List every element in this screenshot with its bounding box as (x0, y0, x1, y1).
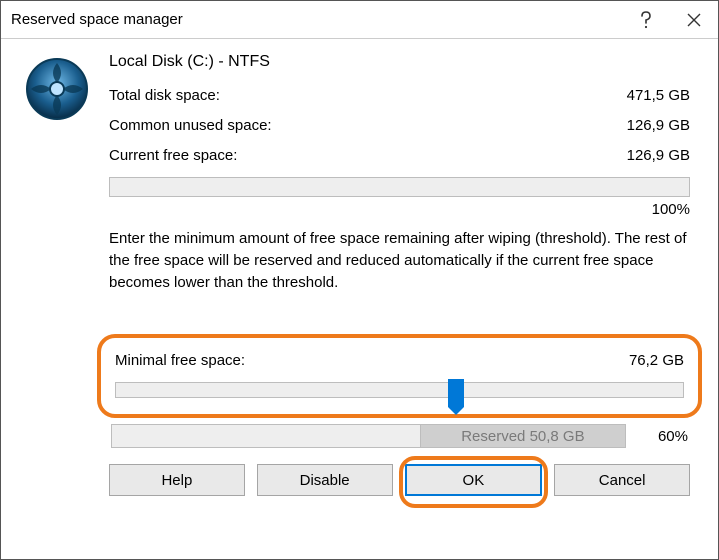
reserved-row: Reserved 50,8 GB 60% (111, 424, 688, 448)
ok-button-label: OK (463, 472, 485, 489)
reserved-percent: 60% (640, 428, 688, 445)
help-button-label: Help (161, 472, 192, 489)
row-unused-space: Common unused space: 126,9 GB (109, 111, 690, 141)
dialog-window: Reserved space manager (0, 0, 719, 560)
reserved-bar-label: Reserved 50,8 GB (461, 428, 584, 445)
row-free-space: Current free space: 126,9 GB (109, 141, 690, 171)
slider-thumb[interactable] (448, 379, 464, 407)
close-titlebar-button[interactable] (670, 1, 718, 39)
button-row: Help Disable OK Cancel (109, 464, 690, 496)
disk-sawblade-icon (25, 108, 89, 124)
icon-column (25, 53, 93, 543)
unused-space-value: 126,9 GB (627, 111, 690, 141)
close-icon (687, 13, 701, 27)
minimal-free-slider[interactable] (115, 382, 684, 398)
disk-name: Local Disk (C:) - NTFS (109, 53, 690, 71)
reserved-bar: Reserved 50,8 GB (111, 424, 626, 448)
unused-space-label: Common unused space: (109, 111, 272, 141)
cancel-button-label: Cancel (599, 472, 646, 489)
free-space-progress-fill (110, 178, 689, 196)
minimal-free-space-group: Minimal free space: 76,2 GB (97, 334, 702, 418)
row-minimal-free: Minimal free space: 76,2 GB (115, 346, 684, 376)
titlebar: Reserved space manager (1, 1, 718, 39)
total-space-label: Total disk space: (109, 81, 220, 111)
instruction-text: Enter the minimum amount of free space r… (109, 228, 690, 294)
help-icon (640, 11, 652, 29)
content-column: Local Disk (C:) - NTFS Total disk space:… (109, 53, 690, 543)
total-space-value: 471,5 GB (627, 81, 690, 111)
free-space-label: Current free space: (109, 141, 237, 171)
slider-row (115, 382, 684, 398)
row-total-space: Total disk space: 471,5 GB (109, 81, 690, 111)
free-space-progress (109, 177, 690, 197)
ok-button[interactable]: OK (405, 464, 543, 496)
free-space-value: 126,9 GB (627, 141, 690, 171)
minimal-free-label: Minimal free space: (115, 346, 245, 376)
disable-button[interactable]: Disable (257, 464, 393, 496)
reserved-bar-fill: Reserved 50,8 GB (420, 425, 625, 447)
cancel-button[interactable]: Cancel (554, 464, 690, 496)
window-title: Reserved space manager (11, 11, 622, 28)
help-titlebar-button[interactable] (622, 1, 670, 39)
free-space-percent: 100% (109, 201, 690, 218)
help-button[interactable]: Help (109, 464, 245, 496)
disable-button-label: Disable (300, 472, 350, 489)
dialog-body: Local Disk (C:) - NTFS Total disk space:… (1, 39, 718, 559)
minimal-free-value: 76,2 GB (629, 346, 684, 376)
